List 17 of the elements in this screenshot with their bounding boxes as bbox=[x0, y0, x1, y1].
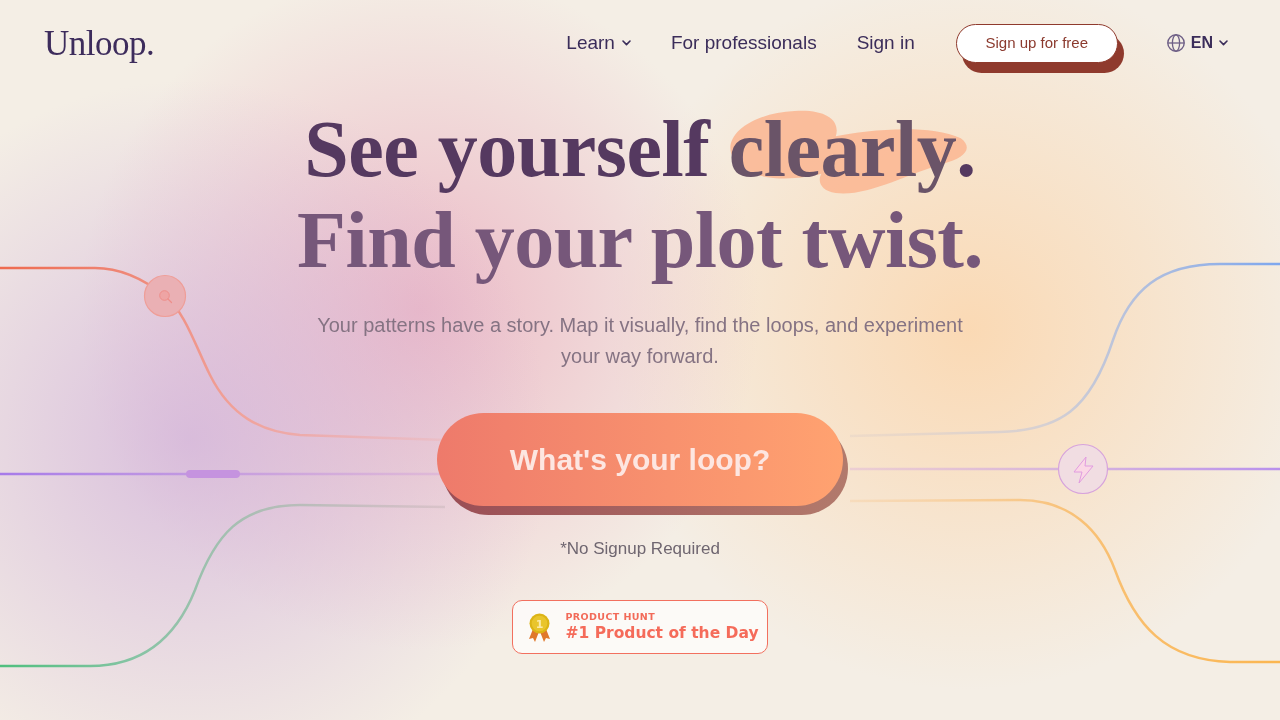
headline: Find your plot twist. bbox=[297, 195, 983, 286]
headline: See yourself clearly. bbox=[304, 104, 976, 195]
globe-icon bbox=[1166, 34, 1185, 52]
nav-dropdown[interactable]: Learn bbox=[566, 28, 631, 58]
logo[interactable]: Unloop. bbox=[44, 25, 155, 61]
chevron-down-icon bbox=[621, 40, 631, 46]
chevron-down-icon bbox=[1219, 40, 1228, 46]
badge-title: #1 Product of the Day bbox=[565, 623, 759, 643]
magnifier-icon bbox=[143, 274, 187, 318]
lightning-icon bbox=[1057, 443, 1109, 495]
nav-link[interactable]: Sign in bbox=[856, 28, 915, 58]
language-selector[interactable]: EN bbox=[1166, 31, 1228, 55]
badge-label: PRODUCT HUNT bbox=[565, 611, 657, 623]
subtitle: Your patterns have a story. Map it visually, find the loops, and experiment your way forward. bbox=[316, 313, 964, 369]
note-text: *No Signup Required bbox=[560, 539, 720, 559]
nav-link[interactable]: For professionals bbox=[670, 28, 817, 58]
pill-marker-icon bbox=[186, 470, 240, 478]
